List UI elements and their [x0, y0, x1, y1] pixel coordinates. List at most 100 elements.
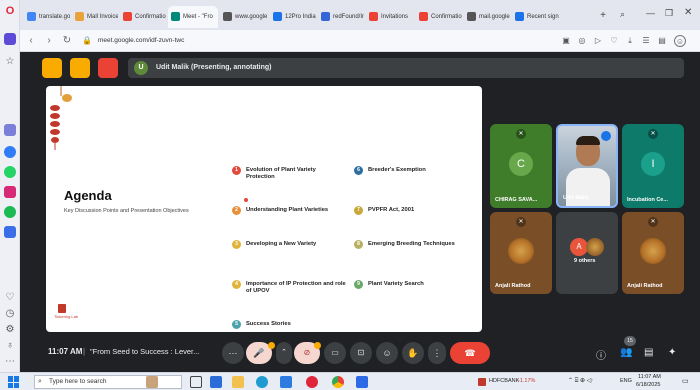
browser-tab[interactable]: mail.google — [464, 6, 510, 28]
slide-subtitle: Key Discussion Points and Presentation O… — [64, 208, 189, 214]
messenger-icon[interactable] — [4, 146, 16, 158]
mic-off-icon: ✕ — [516, 217, 526, 227]
stop-presenting-button[interactable] — [98, 58, 118, 78]
agenda-number-badge: 5 — [232, 320, 241, 329]
taskbar-search-box[interactable]: ⌕ Type here to search — [34, 375, 182, 389]
browser-tab[interactable]: redFound/In — [318, 6, 364, 28]
info-icon[interactable]: ⓘ — [596, 347, 606, 362]
chat-icon[interactable]: ▤ — [644, 347, 653, 358]
agenda-number-badge: 2 — [232, 206, 241, 215]
forward-icon[interactable]: › — [42, 34, 56, 48]
participant-tile[interactable]: C ✕ CHIRAG SAVA... — [490, 124, 552, 208]
back-icon[interactable]: ‹ — [24, 34, 38, 48]
browser-tab[interactable]: Confirmatio — [416, 6, 462, 28]
taskbar-date[interactable]: 6/18/2025 — [636, 382, 660, 388]
maximize-icon[interactable]: ❐ — [665, 8, 673, 19]
more-reactions-button[interactable]: ⋯ — [222, 342, 244, 364]
store-icon[interactable] — [280, 376, 292, 388]
browser-tab[interactable]: 12Pro India — [270, 6, 316, 28]
browser-tab[interactable]: Recent sign — [512, 6, 562, 28]
heart-outline-icon[interactable]: ♡ — [608, 35, 620, 47]
player-icon[interactable] — [4, 226, 16, 238]
tab-favicon-icon — [273, 12, 282, 21]
file-explorer-icon[interactable] — [232, 376, 244, 388]
opera-taskbar-icon[interactable] — [306, 376, 318, 388]
tab-favicon-icon — [223, 12, 232, 21]
end-call-button[interactable]: ☎ — [450, 342, 490, 364]
taskbar-time[interactable]: 11:07 AM — [638, 374, 661, 380]
tab-favicon-icon — [321, 12, 330, 21]
chrome-icon[interactable] — [332, 376, 344, 388]
address-bar: ‹ › ↻ 🔒 meet.google.com/idf-zuvn-twc ▣ ◎… — [20, 30, 700, 52]
spotify-icon[interactable] — [4, 206, 16, 218]
browser-tab[interactable]: www.google — [220, 6, 268, 28]
tab-favicon-icon — [369, 12, 378, 21]
participant-tile[interactable]: ✕ Anjali Rathod — [490, 212, 552, 294]
language-indicator[interactable]: ENG — [620, 378, 632, 384]
aria-icon[interactable] — [4, 33, 16, 45]
whatsapp-icon[interactable] — [4, 166, 16, 178]
history-icon[interactable]: ◷ — [4, 308, 16, 320]
camera-icon[interactable]: ▣ — [560, 35, 572, 47]
profile-icon[interactable]: ☺ — [674, 35, 686, 47]
participant-name: 9 others — [574, 258, 596, 264]
search-tabs-icon[interactable]: ⌕ — [620, 9, 625, 20]
browser-tab[interactable]: Meet - "Fro — [168, 6, 218, 28]
speed-dial-icon[interactable]: ☆ — [4, 56, 16, 68]
close-window-icon[interactable]: ✕ — [684, 7, 692, 18]
edge-icon[interactable] — [256, 376, 268, 388]
url-field[interactable]: meet.google.com/idf-zuvn-twc — [98, 33, 578, 49]
title-separator: | — [83, 347, 86, 356]
agenda-number-badge: 3 — [232, 240, 241, 249]
menu-icon[interactable]: ☰ — [640, 35, 652, 47]
raise-hand-button[interactable]: ✋ — [402, 342, 424, 364]
tab-label: Recent sign — [527, 14, 559, 20]
more-icon[interactable]: ⋯ — [4, 356, 16, 368]
instagram-icon[interactable] — [4, 186, 16, 198]
tray-icons[interactable]: ⌃ ⌸ ⊕ ◁ᐧ — [568, 377, 593, 385]
participant-avatar: I — [641, 152, 665, 176]
more-options-button[interactable]: ⋮ — [428, 342, 446, 364]
participant-tile[interactable]: I ✕ Incubation Ce... — [622, 124, 684, 208]
minimize-icon[interactable]: — — [646, 8, 655, 18]
app-icon[interactable] — [356, 376, 368, 388]
browser-tab[interactable]: Invitations — [366, 6, 414, 28]
search-highlight-icon[interactable] — [146, 376, 158, 388]
extension-icon[interactable] — [4, 124, 16, 136]
opera-logo-icon[interactable]: O — [4, 5, 16, 17]
people-icon[interactable]: 👥 — [620, 347, 632, 358]
browser-tab[interactable]: Mall Invoice — [72, 6, 118, 28]
notification-icon[interactable]: ▭ — [682, 377, 689, 385]
participant-name: Anjali Rathod — [495, 283, 531, 289]
browser-tab[interactable]: Confirmatio — [120, 6, 166, 28]
emoji-button[interactable]: ☺ — [376, 342, 398, 364]
audio-options-button[interactable]: ⌃ — [276, 342, 292, 364]
wallet-icon[interactable]: ▤ — [656, 35, 668, 47]
participant-tile[interactable]: ✕ Anjali Rathod — [622, 212, 684, 294]
widgets-icon[interactable] — [210, 376, 222, 388]
pin-icon[interactable]: ♁ — [4, 340, 16, 352]
captions-button[interactable]: ▭ — [324, 342, 346, 364]
participant-tile[interactable]: A 9 others — [556, 212, 618, 294]
tab-label: 12Pro India — [285, 14, 316, 20]
download-icon[interactable]: ⤓ — [624, 35, 636, 47]
emoji-reaction-button[interactable] — [42, 58, 62, 78]
heart-icon[interactable]: ♡ — [4, 292, 16, 304]
settings-icon[interactable]: ⚙ — [4, 324, 16, 336]
present-button[interactable]: ⊡ — [350, 342, 372, 364]
reload-icon[interactable]: ↻ — [60, 34, 74, 48]
agenda-item-text: Plant Variety Search — [368, 280, 424, 287]
agenda-item-text: Breeder's Exemption — [368, 166, 426, 173]
windows-start-icon[interactable] — [8, 376, 20, 388]
snapshot-icon[interactable]: ◎ — [576, 35, 588, 47]
task-view-icon[interactable] — [190, 376, 202, 388]
annotation-button[interactable] — [70, 58, 90, 78]
new-tab-button[interactable]: + — [596, 9, 610, 23]
send-icon[interactable]: ▷ — [592, 35, 604, 47]
speaking-indicator-icon — [601, 131, 611, 141]
tab-label: mail.google — [479, 14, 510, 20]
activities-icon[interactable]: ✦ — [668, 347, 676, 358]
participant-tile[interactable]: Udit Malik — [556, 124, 618, 208]
participant-name: Incubation Ce... — [627, 197, 668, 203]
browser-tab[interactable]: translate.go — [24, 6, 70, 28]
